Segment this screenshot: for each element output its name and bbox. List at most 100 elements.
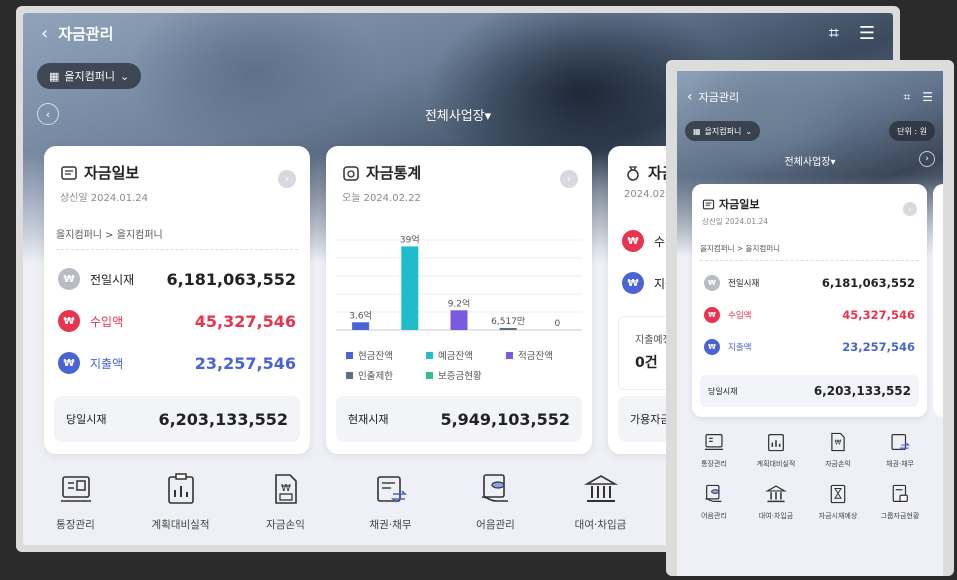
row-expense: ₩ 지출액 23,257,546 (44, 342, 310, 384)
menu-notes[interactable]: 어음관리 (443, 471, 548, 545)
bankbook-icon (60, 476, 91, 502)
menu-icon[interactable]: ☰ (922, 90, 933, 105)
menu-label: 계획대비실적 (151, 519, 210, 531)
today-balance: 당일시재 6,203,133,552 (54, 396, 300, 442)
card-title: 자금통계 (366, 164, 422, 182)
menu-cash-forecast[interactable]: 자금시재예상 (807, 483, 869, 521)
menu-icon[interactable]: ☰ (859, 23, 875, 44)
menu-label: 채권·채무 (886, 460, 914, 468)
legend-item: 보증금현황 (426, 368, 506, 382)
menu-label: 어음관리 (476, 519, 515, 531)
chart-legend: 현금잔액 예금잔액 적금잔액 인출제한 보증금현황 (346, 348, 586, 382)
menu-label: 통장관리 (56, 519, 95, 531)
report-icon (702, 199, 715, 209)
daily-report-card[interactable]: 자금일보 상신일 2024.01.24 › 을지컴퍼니 > 을지컴퍼니 ₩ 전일… (692, 184, 927, 417)
crop-icon[interactable]: ⌗ (903, 90, 910, 105)
bar-3[interactable] (499, 328, 517, 330)
bar-0[interactable] (352, 322, 370, 330)
row-income: ₩ 수입액 45,327,546 (692, 299, 927, 331)
unit-badge[interactable]: 단위 : 원 (889, 121, 935, 141)
menu-profit-loss[interactable]: ₩ 자금손익 (233, 471, 338, 545)
legend-swatch (426, 371, 433, 379)
row-value: 45,327,546 (842, 308, 915, 322)
fund-stats-card[interactable]: 자금통계 오늘 2024.02.22 › 3.6억 39억 9.2억 6,517만 0 … (326, 146, 592, 454)
total-label: 당일시재 (66, 413, 107, 426)
row-value: 6,181,063,552 (821, 276, 915, 290)
card-title: 자금일보 (84, 164, 140, 182)
company-path: 을지컴퍼니 > 을지컴퍼니 (56, 226, 298, 250)
prev-arrow-icon[interactable]: ‹ (37, 103, 59, 125)
won-expense-icon: ₩ (622, 272, 644, 294)
won-income-icon: ₩ (58, 310, 80, 332)
note-coin-icon (481, 474, 508, 502)
card-subtitle: 상신일 2024.01.24 (60, 193, 149, 204)
menu-group-funds[interactable]: 그룹자금현황 (869, 483, 931, 521)
menu-receivables[interactable]: 채권·채무 (869, 431, 931, 469)
total-label: 당일시재 (708, 386, 738, 396)
page-title: 자금관리 (698, 91, 740, 104)
current-balance: 현재시재 5,949,103,552 (336, 396, 582, 442)
bar-data-label: 3.6억 (349, 309, 372, 321)
bar-data-label: 39억 (400, 233, 420, 245)
menu-label: 어음관리 (701, 512, 727, 520)
back-icon[interactable]: ‹ (687, 89, 693, 105)
total-value: 6,203,133,552 (813, 384, 911, 398)
daily-report-card[interactable]: 자금일보 상신일 2024.01.24 › 을지컴퍼니 > 을지컴퍼니 ₩ 전일… (44, 146, 310, 454)
scope-selector[interactable]: 전체사업장▾ (677, 153, 943, 168)
back-icon[interactable]: ‹ (41, 23, 48, 44)
top-bar: ‹ 자금관리 ⌗ ☰ (677, 89, 943, 105)
card-subtitle: 오늘 2024.02.22 (342, 193, 421, 204)
chevron-right-icon[interactable]: › (903, 202, 917, 216)
menu-bankbook[interactable]: 통장관리 (683, 431, 745, 469)
svg-text:₩: ₩ (281, 483, 291, 494)
moneybag-icon (627, 165, 639, 181)
menu-loans[interactable]: 대여·차입금 (745, 483, 807, 521)
total-label: 가용자금 (630, 413, 671, 426)
bar-2[interactable] (450, 310, 468, 330)
next-arrow-icon[interactable]: › (919, 151, 935, 167)
total-value: 6,203,133,552 (158, 409, 288, 429)
menu-profit-loss[interactable]: ₩ 자금손익 (807, 431, 869, 469)
clipboard-chart-icon (167, 473, 194, 504)
row-expense: ₩ 지출액 23,257,546 (692, 331, 927, 363)
menu-label: 통장관리 (701, 460, 727, 468)
menu-bankbook[interactable]: 통장관리 (23, 471, 128, 545)
company-name: 을지컴퍼니 (704, 126, 742, 136)
crop-icon[interactable]: ⌗ (829, 23, 839, 44)
menu-plan-vs-actual[interactable]: 계획대비실적 (745, 431, 807, 469)
menu-loans[interactable]: 대여·차입금 (548, 471, 653, 545)
chevron-right-icon[interactable]: › (278, 170, 296, 188)
phone-screen: ‹ 자금관리 ⌗ ☰ ▦ 을지컴퍼니 ⌄ 단위 : 원 전체사업장▾ › 자금일… (677, 71, 943, 576)
legend-label: 보증금현황 (438, 371, 482, 382)
company-selector[interactable]: ▦ 을지컴퍼니 ⌄ (37, 63, 142, 89)
row-value: 45,327,546 (194, 311, 296, 331)
bankbook-icon (704, 434, 724, 450)
svg-text:₩: ₩ (835, 438, 842, 446)
row-value: 23,257,546 (194, 353, 296, 373)
company-selector[interactable]: ▦ 을지컴퍼니 ⌄ (685, 121, 761, 141)
row-label: 지출액 (90, 356, 124, 371)
legend-item: 인출제한 (346, 368, 426, 382)
menu-notes[interactable]: 어음관리 (683, 483, 745, 521)
top-bar: ‹ 자금관리 ⌗ ☰ (23, 13, 893, 53)
chevron-right-icon[interactable]: › (560, 170, 578, 188)
menu-plan-vs-actual[interactable]: 계획대비실적 (128, 471, 233, 545)
menu-label: 계획대비실적 (756, 460, 796, 468)
bar-1[interactable] (401, 246, 419, 330)
row-label: 전일시재 (90, 272, 135, 287)
phone-frame: ‹ 자금관리 ⌗ ☰ ▦ 을지컴퍼니 ⌄ 단위 : 원 전체사업장▾ › 자금일… (666, 60, 954, 576)
menu-label: 그룹자금현황 (880, 512, 920, 520)
company-name: 을지컴퍼니 (64, 70, 116, 83)
bar-data-label: 0 (555, 319, 561, 329)
menu-label: 자금시재예상 (818, 512, 858, 520)
menu-receivables[interactable]: 채권·채무 (338, 471, 443, 545)
legend-label: 현금잔액 (358, 351, 393, 362)
won-document-icon: ₩ (274, 474, 297, 504)
bar-data-label: 6,517만 (491, 316, 525, 327)
won-income-icon: ₩ (704, 307, 720, 323)
next-card-edge (933, 184, 943, 417)
stats-icon (343, 165, 359, 181)
legend-swatch (346, 351, 353, 359)
building-icon: ▦ (693, 126, 701, 136)
won-expense-icon: ₩ (704, 339, 720, 355)
